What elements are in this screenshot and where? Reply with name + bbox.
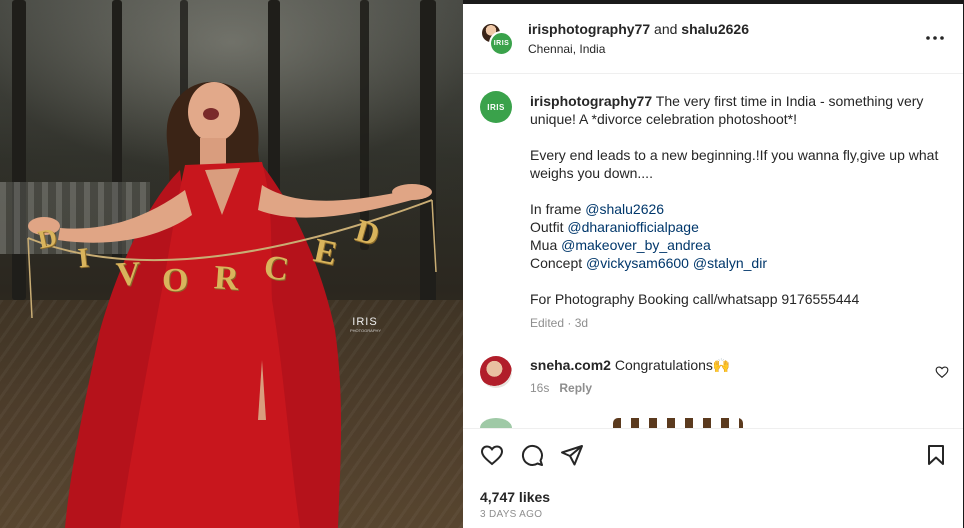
mention-link[interactable]: @dharaniofficialpage — [567, 219, 699, 235]
comments-scroll-area[interactable]: IRIS irisphotography77 The very first ti… — [463, 75, 963, 428]
heart-icon[interactable] — [480, 443, 504, 467]
post-photo[interactable]: D I V O R C E D IRIS PHOTOGRAPHY — [0, 0, 463, 528]
mention-link[interactable]: @shalu2626 — [585, 201, 664, 217]
next-comment-avatar — [480, 418, 512, 428]
comment-body: sneha.com2 Congratulations🙌 — [530, 357, 730, 374]
booking-line: For Photography Booking call/whatsapp 91… — [530, 291, 860, 307]
mention-link[interactable]: @vickysam6600 — [586, 255, 689, 271]
location-link[interactable]: Chennai, India — [528, 42, 605, 56]
share-icon[interactable] — [560, 443, 584, 467]
credit-outfit: Outfit @dharaniofficialpage — [530, 218, 940, 236]
username-link[interactable]: irisphotography77 — [528, 21, 650, 37]
watermark-text: IRIS — [352, 316, 378, 328]
post-time: 3 DAYS AGO — [480, 509, 543, 520]
comment-icon[interactable] — [520, 443, 544, 467]
comment-item: sneha.com2 Congratulations🙌 16s Reply — [463, 350, 963, 400]
next-comment-preview — [613, 418, 743, 428]
post-details-panel: IRIS irisphotography77 and shalu2626 Che… — [463, 4, 963, 528]
banner-letter: V — [115, 255, 142, 294]
names-joiner: and — [650, 21, 682, 37]
banner-letter: C — [261, 248, 292, 289]
comment-like-icon[interactable] — [935, 365, 949, 379]
post-header: IRIS irisphotography77 and shalu2626 Che… — [463, 4, 963, 74]
post-caption: irisphotography77 The very first time in… — [530, 92, 940, 330]
credit-label: Concept — [530, 255, 587, 271]
credit-concept: Concept @vickysam6600 @stalyn_dir — [530, 254, 940, 272]
more-options-icon[interactable] — [925, 30, 945, 46]
credit-inframe: In frame @shalu2626 — [530, 200, 940, 218]
caption-avatar[interactable]: IRIS — [480, 91, 512, 123]
commenter-username[interactable]: sneha.com2 — [530, 357, 611, 373]
reply-button[interactable]: Reply — [559, 381, 592, 395]
likes-count[interactable]: 4,747 likes — [480, 489, 550, 505]
caption-paragraph: Every end leads to a new beginning.!If y… — [530, 147, 939, 181]
mention-link[interactable]: @stalyn_dir — [693, 255, 767, 271]
commenter-avatar[interactable] — [480, 356, 512, 388]
watermark-subtext: PHOTOGRAPHY — [350, 328, 382, 333]
photo-watermark: IRIS PHOTOGRAPHY — [350, 316, 382, 333]
post-actions: 4,747 likes 3 DAYS AGO — [463, 428, 963, 528]
avatar-irisphotography77[interactable]: IRIS — [489, 31, 514, 56]
comment-meta: 16s Reply — [530, 381, 592, 395]
credit-label: In frame — [530, 201, 586, 217]
collab-avatars[interactable]: IRIS — [480, 22, 514, 56]
comment-text: Congratulations🙌 — [610, 357, 731, 373]
bookmark-icon[interactable] — [924, 443, 948, 467]
credit-label: Outfit — [530, 219, 568, 235]
collab-names: irisphotography77 and shalu2626 — [528, 21, 749, 37]
mention-link[interactable]: @makeover_by_andrea — [561, 237, 711, 253]
credit-mua: Mua @makeover_by_andrea — [530, 236, 940, 254]
comment-time: 16s — [530, 381, 550, 395]
username-link[interactable]: shalu2626 — [681, 21, 749, 37]
banner-letter: O — [162, 262, 189, 299]
credit-label: Mua — [530, 237, 562, 253]
banner-letter: R — [212, 259, 240, 298]
caption-username[interactable]: irisphotography77 — [530, 93, 652, 109]
caption-meta: Edited · 3d — [530, 316, 589, 330]
